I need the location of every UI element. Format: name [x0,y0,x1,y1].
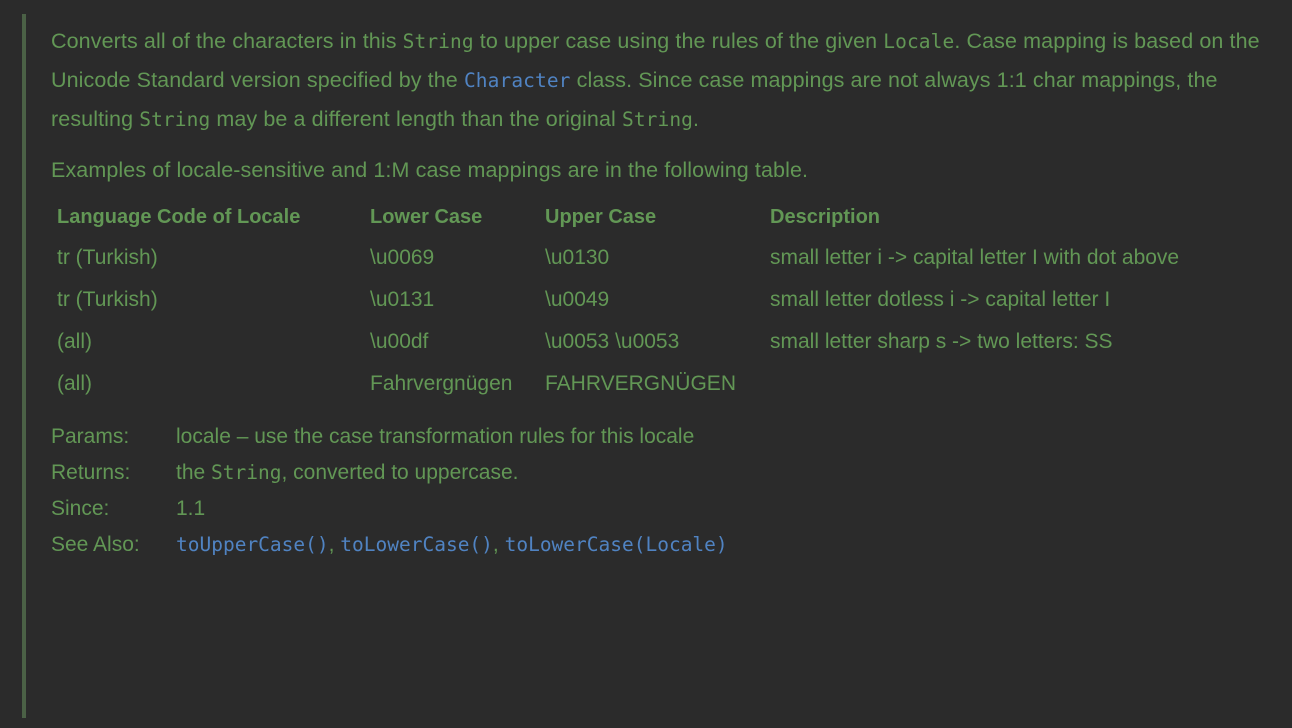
column-header-lower-case: Lower Case [370,206,483,228]
table-row: tr (Turkish) \u0131 \u0049 small letter … [51,279,1279,321]
doc-paragraph-examples-intro: Examples of locale-sensitive and 1:M cas… [51,158,809,182]
tag-value-since: 1.1 [176,497,206,520]
tag-row-returns: Returns: the String, converted to upperc… [51,455,1281,491]
code-token-string: String [402,30,474,53]
cell-description [764,363,1279,405]
cell-upper-case: \u0130 [545,246,610,269]
see-also-link-toUpperCase[interactable]: toUpperCase() [176,533,329,556]
doc-text-segment: to upper case using the rules of the giv… [473,29,884,53]
tag-label-see-also: See Also: [51,533,140,556]
doc-paragraph-description: Converts all of the characters in this S… [51,22,1281,139]
see-also-link-toLowerCase-locale[interactable]: toLowerCase(Locale) [505,533,728,556]
table-body: tr (Turkish) \u0069 \u0130 small letter … [51,237,1279,405]
tag-row-since: Since: 1.1 [51,491,1281,527]
code-token-locale: Locale [883,30,955,53]
table-header-row: Language Code of Locale Lower Case Upper… [51,197,1279,237]
doc-indent-bar [22,14,26,718]
javadoc-tag-section: Params: locale – use the case transforma… [51,419,1281,563]
javadoc-popup: Converts all of the characters in this S… [0,0,1292,728]
see-also-link-toLowerCase[interactable]: toLowerCase() [340,533,493,556]
code-token-string: String [139,108,211,131]
cell-description: small letter i -> capital letter I with … [770,246,1180,269]
table-header: Language Code of Locale Lower Case Upper… [51,197,1279,237]
code-token-string: String [621,108,694,131]
tag-row-see-also: See Also: toUpperCase(), toLowerCase(), … [51,527,1281,563]
cell-upper-case: \u0053 \u0053 [545,330,680,353]
column-header-upper-case: Upper Case [545,206,657,228]
column-header-language-code: Language Code of Locale [57,206,301,228]
see-also-separator: , [492,533,505,556]
cell-language-code: (all) [57,372,92,395]
table-row: (all) \u00df \u0053 \u0053 small letter … [51,321,1279,363]
returns-suffix: , converted to uppercase. [281,461,519,484]
tag-label-params: Params: [51,425,130,448]
tag-value-params: locale – use the case transformation rul… [176,419,1281,455]
cell-language-code: tr (Turkish) [57,246,158,269]
tag-label-returns: Returns: [51,461,131,484]
cell-lower-case: \u0131 [370,288,435,311]
table-row: tr (Turkish) \u0069 \u0130 small letter … [51,237,1279,279]
doc-text-segment: may be a different length than the origi… [210,107,622,131]
case-mapping-table: Language Code of Locale Lower Case Upper… [51,197,1279,405]
param-description: use the case transformation rules for th… [254,425,695,448]
tag-value-returns: the String, converted to uppercase. [176,455,1281,491]
doc-text-segment: Converts all of the characters in this [51,29,403,53]
doc-content: Converts all of the characters in this S… [51,22,1281,563]
cell-language-code: (all) [57,330,92,353]
table-row: (all) Fahrvergnügen FAHRVERGNÜGEN [51,363,1279,405]
cell-upper-case: \u0049 [545,288,610,311]
cell-lower-case: \u00df [370,330,429,353]
code-token-string: String [211,461,282,484]
see-also-separator: , [328,533,341,556]
cell-lower-case: Fahrvergnügen [370,372,513,395]
tag-row-params: Params: locale – use the case transforma… [51,419,1281,455]
doc-text-segment: . [693,107,700,131]
returns-prefix: the [176,461,212,484]
tag-label-since: Since: [51,497,110,520]
param-name-locale: locale [176,425,231,448]
column-header-description: Description [770,206,881,228]
tag-value-see-also: toUpperCase(), toLowerCase(), toLowerCas… [176,527,1281,563]
cell-lower-case: \u0069 [370,246,435,269]
doc-link-character[interactable]: Character [464,69,571,92]
cell-description: small letter dotless i -> capital letter… [770,288,1111,311]
cell-description: small letter sharp s -> two letters: SS [770,330,1113,353]
cell-upper-case: FAHRVERGNÜGEN [545,372,736,395]
cell-language-code: tr (Turkish) [57,288,158,311]
param-dash: – [230,425,255,448]
